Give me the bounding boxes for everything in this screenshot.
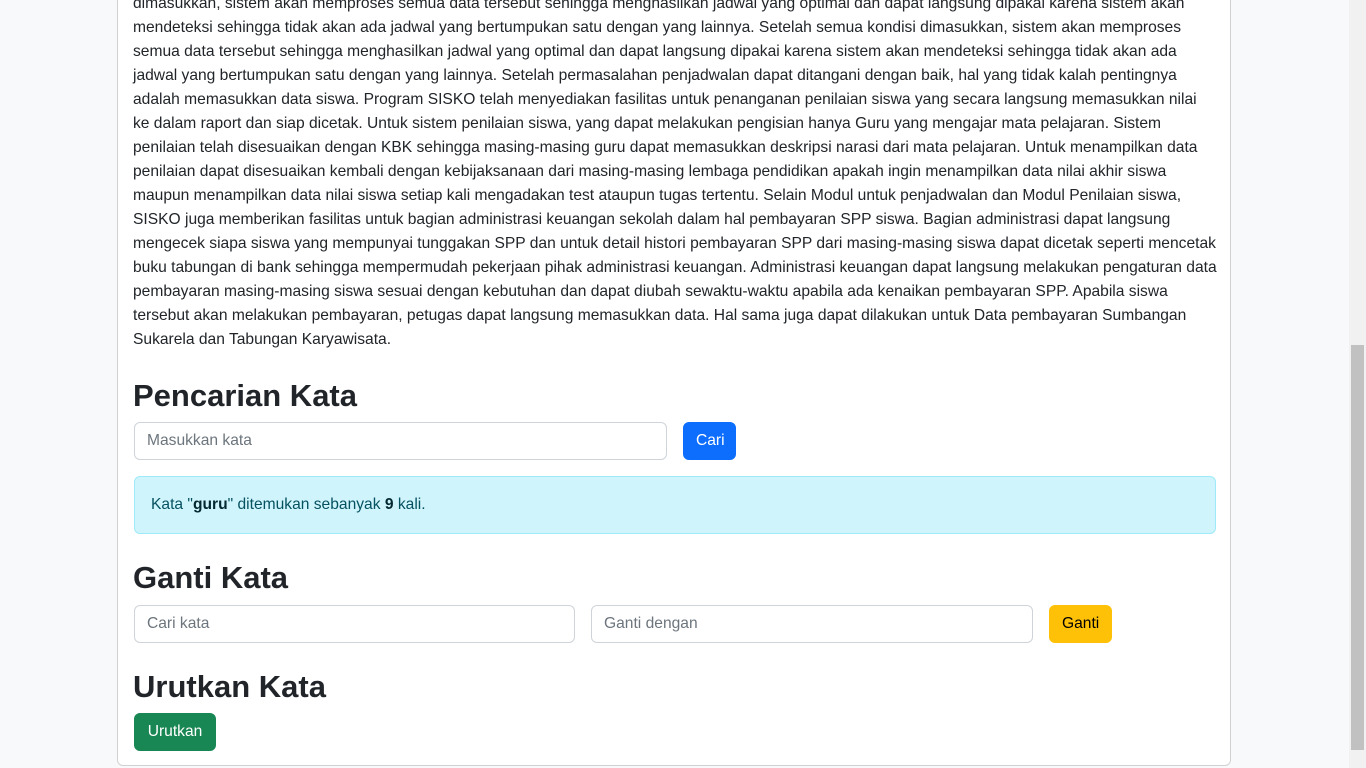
sort-button[interactable]: Urutkan xyxy=(134,713,216,751)
replace-heading: Ganti Kata xyxy=(133,560,289,595)
search-heading: Pencarian Kata xyxy=(133,378,357,413)
replace-with-input[interactable] xyxy=(591,605,1033,643)
vertical-scrollbar[interactable] xyxy=(1349,0,1366,768)
sort-heading: Urutkan Kata xyxy=(133,669,326,704)
article-text: dimasukkan, sistem akan memproses semua … xyxy=(133,0,1217,348)
result-word: guru xyxy=(192,496,228,513)
result-middle: " ditemukan sebanyak xyxy=(227,496,385,513)
page-viewport: dimasukkan, sistem akan memproses semua … xyxy=(0,0,1366,768)
search-input[interactable] xyxy=(134,422,667,460)
result-prefix: Kata " xyxy=(151,496,193,513)
result-count: 9 xyxy=(384,496,394,513)
scrollbar-thumb[interactable] xyxy=(1351,345,1364,750)
search-result-alert: Kata " guru " ditemukan sebanyak 9 kali. xyxy=(134,476,1216,534)
search-button[interactable]: Cari xyxy=(683,422,736,460)
result-suffix: kali. xyxy=(393,496,426,513)
replace-button[interactable]: Ganti xyxy=(1049,605,1112,643)
find-word-input[interactable] xyxy=(134,605,575,643)
